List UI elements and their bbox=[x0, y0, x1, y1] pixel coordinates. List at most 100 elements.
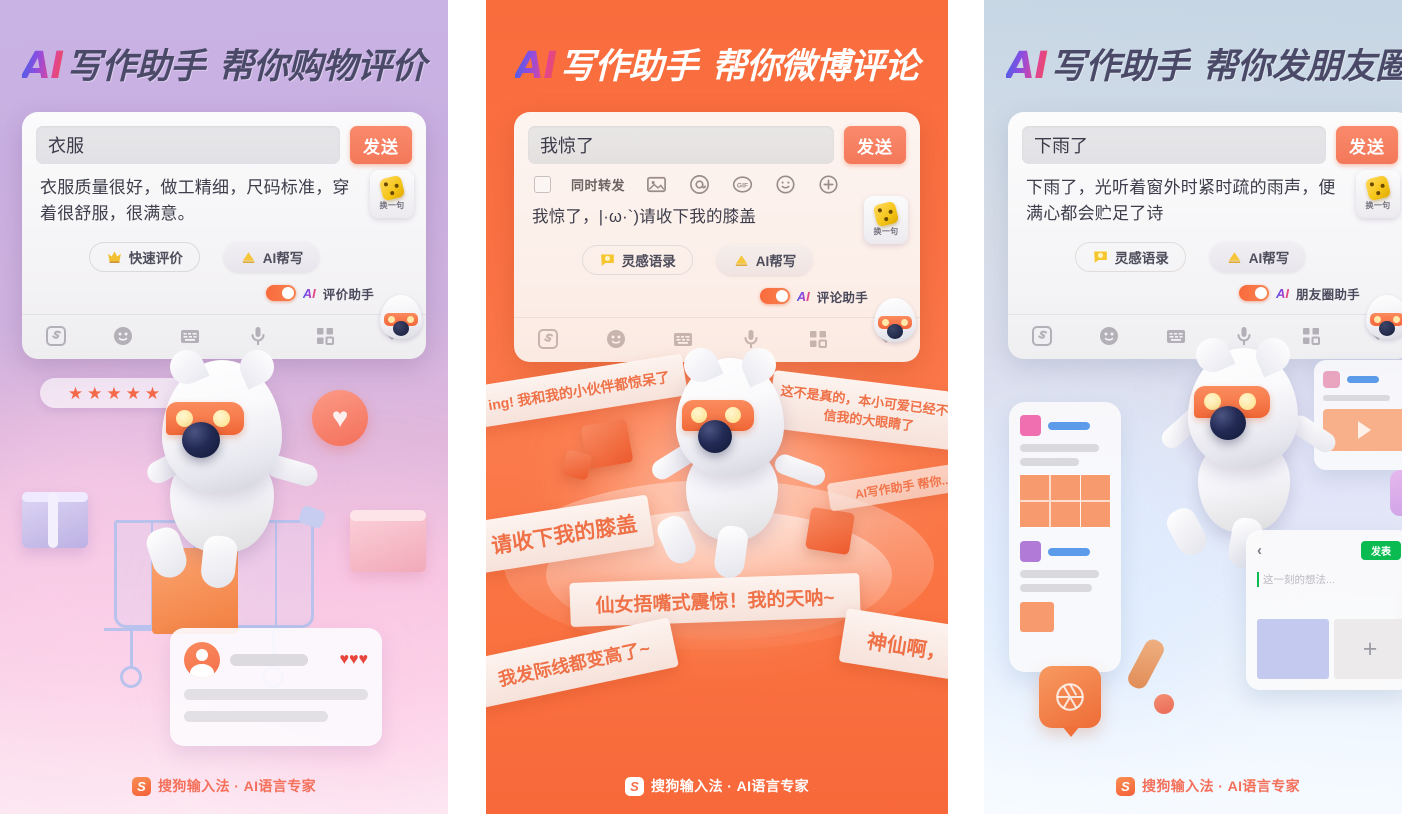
quick-review-label: 快速评价 bbox=[128, 250, 183, 266]
headline-sub: 帮你发朋友圈 bbox=[1202, 47, 1402, 87]
ai-assistant-toggle[interactable] bbox=[265, 285, 296, 302]
wechat-compose-card: ‹ 发表 这一刻的想法... + bbox=[1246, 530, 1402, 690]
camera-aperture-badge bbox=[1039, 666, 1101, 737]
apps-grid-icon[interactable] bbox=[313, 324, 337, 348]
plus-icon[interactable] bbox=[817, 173, 840, 196]
ai-write-label: AI帮写 bbox=[755, 253, 797, 269]
keyboard-card: 我惊了 发送 同时转发 GIF 我惊了，|·ω·`)请收下我的膝盖 换一句 灵感… bbox=[514, 112, 920, 362]
search-input[interactable]: 下雨了 bbox=[1022, 126, 1326, 164]
change-sentence-button[interactable]: 换一句 bbox=[370, 170, 414, 218]
keyboard-toolbar bbox=[514, 316, 920, 362]
emoji-icon[interactable] bbox=[1097, 324, 1121, 348]
svg-text:GIF: GIF bbox=[737, 182, 748, 189]
pen-icon bbox=[240, 248, 257, 265]
send-button[interactable]: 发送 bbox=[844, 126, 906, 164]
change-sentence-label: 换一句 bbox=[379, 201, 405, 210]
headline-sub: 帮你微博评论 bbox=[711, 47, 920, 87]
emoji-icon[interactable] bbox=[604, 327, 628, 351]
text-caret bbox=[1257, 572, 1259, 587]
keyboard-icon[interactable] bbox=[1164, 324, 1188, 348]
ai-toggle-row: AI 评价助手 bbox=[22, 272, 426, 303]
keyboard-card: 下雨了 发送 下雨了，光听着窗外时紧时疏的雨声，便满心都会贮足了诗 换一句 灵感… bbox=[1008, 112, 1402, 359]
ai-toggle-row: AI 评论助手 bbox=[514, 275, 920, 306]
send-button[interactable]: 发送 bbox=[1336, 126, 1398, 164]
ai-assistant-toggle[interactable] bbox=[759, 288, 790, 305]
footer-brand: S 搜狗输入法 · AI语言专家 bbox=[486, 776, 948, 796]
crown-icon bbox=[106, 248, 123, 265]
change-sentence-button[interactable]: 换一句 bbox=[864, 196, 908, 244]
change-sentence-label: 换一句 bbox=[873, 227, 899, 236]
aperture-icon bbox=[1056, 683, 1084, 711]
repost-label: 同时转发 bbox=[571, 178, 626, 193]
toggle-ai-text: AI bbox=[796, 288, 810, 304]
ai-write-label: AI帮写 bbox=[262, 250, 304, 266]
smiley-icon[interactable] bbox=[774, 173, 797, 196]
sogou-logo-icon[interactable] bbox=[1030, 324, 1054, 348]
footer-text: 搜狗输入法 · AI语言专家 bbox=[650, 778, 810, 794]
sogou-logo-icon: S bbox=[131, 776, 151, 796]
apps-grid-icon[interactable] bbox=[1299, 324, 1323, 348]
panel-weibo-comment: AI 写作助手 帮你微博评论 我惊了 发送 同时转发 GIF 我惊了，|·ω·`)请… bbox=[486, 0, 948, 814]
ribbon-text: AI写作助手 帮你... bbox=[826, 460, 948, 512]
footer-text: 搜狗输入法 · AI语言专家 bbox=[1141, 778, 1301, 794]
sogou-logo-icon: S bbox=[624, 776, 644, 796]
image-icon[interactable] bbox=[645, 173, 668, 196]
apps-grid-icon[interactable] bbox=[806, 327, 830, 351]
mascot-character bbox=[128, 344, 328, 590]
moments-text-input[interactable]: 这一刻的想法... bbox=[1257, 572, 1401, 587]
bulb-bubble-icon bbox=[1092, 248, 1109, 265]
sogou-logo-icon[interactable] bbox=[536, 327, 560, 351]
search-input[interactable]: 衣服 bbox=[36, 126, 340, 164]
ai-suggestion-text: 我惊了，|·ω·`)请收下我的膝盖 bbox=[532, 208, 757, 226]
moments-image-row: + bbox=[1257, 619, 1402, 679]
keyboard-icon[interactable] bbox=[671, 327, 695, 351]
mention-at-icon[interactable] bbox=[688, 173, 711, 196]
dice-icon bbox=[378, 174, 406, 202]
mascot-peek bbox=[380, 294, 422, 343]
back-chevron-icon[interactable]: ‹ bbox=[1257, 542, 1262, 559]
panel-moments-post: AI写作助手 帮你发朋友圈 下雨了 发送 下雨了，光听着窗外时紧时疏的雨声，便满心… bbox=[984, 0, 1402, 814]
toggle-ai-text: AI bbox=[302, 285, 316, 301]
sogou-logo-icon: S bbox=[1115, 776, 1135, 796]
headline-main: 写作助手 bbox=[66, 47, 206, 87]
change-sentence-button[interactable]: 换一句 bbox=[1356, 170, 1400, 218]
dice-icon bbox=[872, 200, 900, 228]
publish-button[interactable]: 发表 bbox=[1361, 541, 1401, 560]
ai-write-button[interactable]: AI帮写 bbox=[1209, 241, 1306, 272]
inspiration-quotes-label: 灵感语录 bbox=[621, 253, 676, 269]
ai-assistant-toggle[interactable] bbox=[1238, 285, 1269, 302]
pen-icon bbox=[733, 251, 750, 268]
microphone-icon[interactable] bbox=[246, 324, 270, 348]
ribbon-text: 神仙啊， bbox=[838, 608, 948, 682]
review-card: ♥♥♥ bbox=[170, 628, 382, 746]
send-button[interactable]: 发送 bbox=[350, 126, 412, 164]
input-row: 我惊了 发送 bbox=[514, 112, 920, 164]
action-pill-row: 灵感语录 AI帮写 bbox=[1008, 228, 1402, 272]
search-input[interactable]: 我惊了 bbox=[528, 126, 834, 164]
toggle-assistant-label: 评价助手 bbox=[322, 287, 374, 302]
ai-write-button[interactable]: AI帮写 bbox=[223, 241, 320, 272]
repost-checkbox[interactable] bbox=[534, 176, 551, 193]
illustration-weibo: ing! 我和我的小伙伴都惊呆了 这不是真的，本小可爱已经不相信我的大眼睛了 A… bbox=[486, 342, 948, 770]
microphone-icon[interactable] bbox=[1232, 324, 1256, 348]
add-photo-button[interactable]: + bbox=[1334, 619, 1402, 679]
inspiration-quotes-button[interactable]: 灵感语录 bbox=[581, 244, 693, 275]
action-pill-row: 灵感语录 AI帮写 bbox=[514, 231, 920, 275]
article-card bbox=[1009, 402, 1121, 672]
quick-review-button[interactable]: 快速评价 bbox=[88, 241, 200, 272]
keyboard-icon[interactable] bbox=[178, 324, 202, 348]
input-row: 下雨了 发送 bbox=[1008, 112, 1402, 164]
ai-suggestion-text: 衣服质量很好，做工精细，尺码标准，穿着很舒服，很满意。 bbox=[40, 178, 350, 224]
footer-text: 搜狗输入法 · AI语言专家 bbox=[157, 778, 317, 794]
inspiration-quotes-button[interactable]: 灵感语录 bbox=[1074, 241, 1186, 272]
headline-main: 写作助手 bbox=[559, 47, 699, 87]
emoji-icon[interactable] bbox=[111, 324, 135, 348]
footer-brand: S 搜狗输入法 · AI语言专家 bbox=[984, 776, 1402, 796]
ai-write-button[interactable]: AI帮写 bbox=[716, 244, 813, 275]
sogou-logo-icon[interactable] bbox=[44, 324, 68, 348]
toggle-assistant-label: 评论助手 bbox=[816, 290, 868, 305]
page-title: AI写作助手 帮你购物评价 bbox=[0, 38, 448, 89]
ai-write-label: AI帮写 bbox=[1248, 250, 1290, 266]
gif-icon[interactable]: GIF bbox=[731, 173, 754, 196]
moments-placeholder: 这一刻的想法... bbox=[1263, 574, 1335, 586]
